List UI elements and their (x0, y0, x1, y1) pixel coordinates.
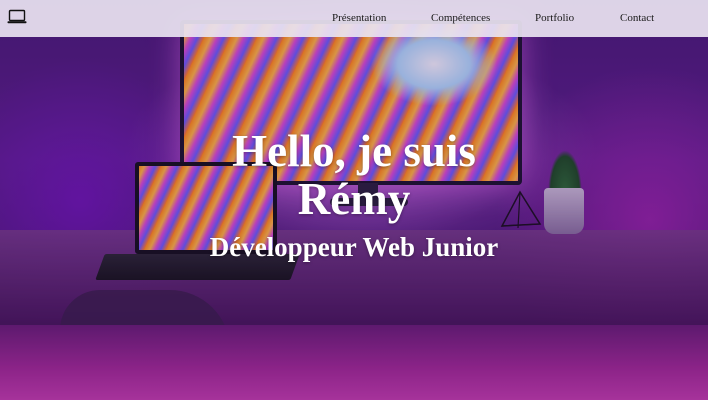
hero-heading-block: Hello, je suis Rémy Développeur Web Juni… (0, 126, 708, 264)
hero-subtitle: Développeur Web Junior (209, 232, 499, 262)
nav-link-portfolio[interactable]: Portfolio (535, 12, 574, 24)
hero-title-name: Rémy (297, 174, 411, 224)
hero-title-line1: Hello, je suis (232, 126, 476, 176)
nav-link-presentation[interactable]: Présentation (332, 12, 386, 24)
nav-link-contact[interactable]: Contact (620, 12, 654, 24)
laptop-icon[interactable] (7, 9, 27, 25)
navbar: Présentation Compétences Portfolio Conta… (0, 0, 708, 37)
nav-link-competences[interactable]: Compétences (431, 12, 490, 24)
